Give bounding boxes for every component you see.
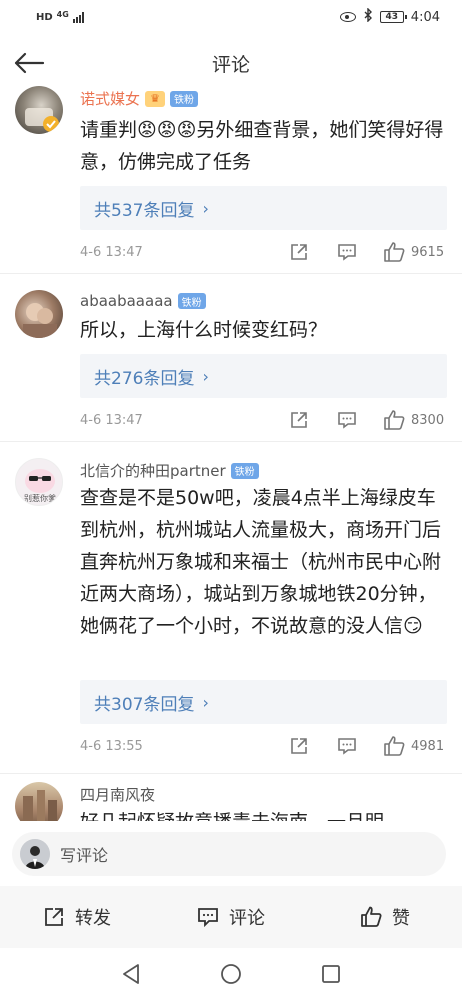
like-count: 9615 [411,244,445,260]
avatar[interactable]: 别惹你爹 [15,458,63,506]
like-button[interactable]: 8300 [383,410,447,430]
avatar[interactable] [15,290,63,338]
comment-icon[interactable] [335,240,359,264]
comment-item: abaabaaaaa 铁粉 所以，上海什么时候变红码？ 共276条回复 › 4-… [0,274,462,442]
avatar[interactable] [15,782,63,821]
back-button[interactable] [10,46,48,80]
comment-text: 所以，上海什么时候变红码？ [80,319,328,341]
write-comment-placeholder: 写评论 [60,846,109,865]
comment-meta: 4-6 13:55 4981 [80,734,447,758]
like-button[interactable]: 赞 [308,886,462,948]
eye-icon [339,12,356,22]
share-icon [45,908,63,926]
avatar-image [23,303,57,338]
arrow-left-icon [14,52,45,74]
timestamp: 4-6 13:47 [80,244,143,260]
chevron-right-icon: › [202,692,209,712]
comment-text: 查查是不是50w吧，凌晨4点半上海绿皮车到杭州，杭州城站人流量极大，商场开门后直… [80,487,442,637]
clock: 4:04 [410,9,440,25]
timestamp: 4-6 13:55 [80,738,143,754]
replies-count: 共307条回复 [94,694,195,715]
comment-meta: 4-6 13:47 9615 [80,240,447,264]
username[interactable]: 北信介的种田partner [80,460,226,481]
avatar-image [23,790,57,821]
vip-crown-icon: ♛ [145,90,166,107]
comment-item: 四月南风夜 好几起怀疑故意播毒去海南，一旦明 [0,774,462,821]
triangle-back-icon [123,964,139,984]
comment-icon[interactable] [335,408,359,432]
like-button[interactable]: 9615 [383,242,447,262]
system-navigation-bar [0,948,462,1000]
replies-count: 共537条回复 [94,200,195,221]
square-recents-icon [322,965,340,983]
like-count: 8300 [411,412,445,428]
comment-header: 四月南风夜 [80,784,155,805]
thumbs-up-icon [361,906,382,927]
comment-icon [198,908,218,928]
username[interactable]: 诺式媒女 [80,88,140,109]
network-indicator: HD 4G [36,9,84,23]
view-replies-button[interactable]: 共537条回复 › [80,186,447,230]
avatar-caption: 别惹你爹 [24,494,56,503]
nav-back-button[interactable] [81,954,181,994]
hd-label: HD [36,11,53,23]
circle-home-icon [221,964,241,984]
thumbs-up-icon [384,242,405,262]
avatar [20,839,50,869]
like-label: 赞 [392,908,410,929]
comment-text: 好几起怀疑故意播毒去海南，一旦明 [80,806,448,821]
comment-header: 诺式媒女 ♛ 铁粉 [80,88,199,109]
status-bar: HD 4G 43 4:04 [0,0,462,34]
comment-icon[interactable] [335,734,359,758]
avatar-image [25,108,59,132]
comment-button[interactable]: 评论 [154,886,308,948]
fan-badge: 铁粉 [230,462,259,479]
comment-text: 请重判😡😡😡另外细查背景，她们笑得好得意，仿佛完成了任务 [80,119,444,173]
bottom-action-bar: 转发 评论 赞 [0,886,462,948]
thumbs-up-icon [384,736,405,756]
network-type-label: 4G [56,9,69,19]
fan-badge: 铁粉 [177,293,206,309]
thumbs-up-icon [384,410,405,430]
share-icon[interactable] [287,734,311,758]
share-icon[interactable] [287,408,311,432]
comment-item: 别惹你爹 北信介的种田partner 铁粉 查查是不是50w吧，凌晨4点半上海绿… [0,442,462,774]
comment-item: 诺式媒女 ♛ 铁粉 请重判😡😡😡另外细查背景，她们笑得好得意，仿佛完成了任务 共… [0,86,462,274]
timestamp: 4-6 13:47 [80,412,143,428]
bluetooth-icon [363,7,373,26]
comment-header: 北信介的种田partner 铁粉 [80,460,259,481]
share-icon[interactable] [287,240,311,264]
signal-icon [72,11,84,23]
comment-header: abaabaaaaa 铁粉 [80,292,206,310]
replies-count: 共276条回复 [94,368,195,389]
comment-meta: 4-6 13:47 8300 [80,408,447,432]
chevron-right-icon: › [202,198,209,218]
nav-home-button[interactable] [181,954,281,994]
username[interactable]: abaabaaaaa [80,292,173,310]
avatar[interactable] [15,86,63,134]
nav-recents-button[interactable] [281,954,381,994]
view-replies-button[interactable]: 共307条回复 › [80,680,447,724]
chevron-right-icon: › [202,366,209,386]
page-title: 评论 [211,53,250,76]
repost-button[interactable]: 转发 [0,886,154,948]
like-button[interactable]: 4981 [383,736,447,756]
battery-icon: 43 [379,11,407,23]
username[interactable]: 四月南风夜 [80,784,155,805]
comment-label: 评论 [229,908,265,929]
comment-list[interactable]: 诺式媒女 ♛ 铁粉 请重判😡😡😡另外细查背景，她们笑得好得意，仿佛完成了任务 共… [0,86,462,821]
fan-badge: 铁粉 [170,90,199,107]
repost-label: 转发 [75,908,111,929]
page-header: 评论 [0,34,462,92]
view-replies-button[interactable]: 共276条回复 › [80,354,447,398]
write-comment-input[interactable]: 写评论 [12,832,446,876]
like-count: 4981 [411,738,445,754]
